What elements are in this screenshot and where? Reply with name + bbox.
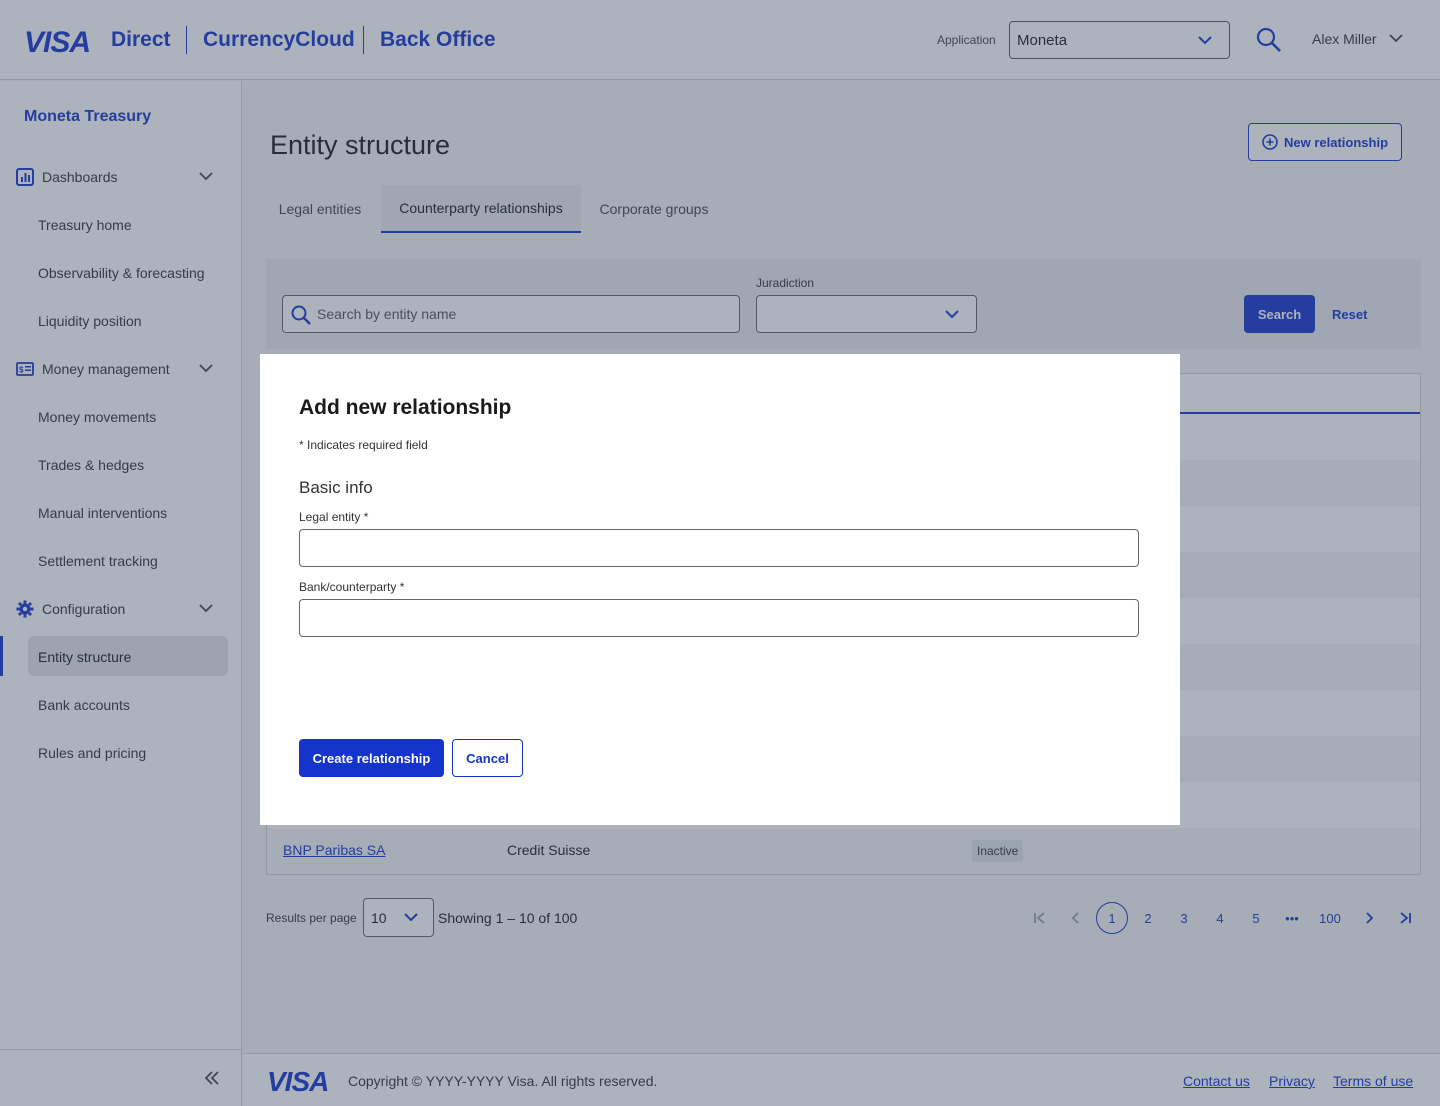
bank-counterparty-input[interactable] <box>299 599 1139 637</box>
basic-info-heading: Basic info <box>299 478 373 497</box>
create-relationship-button[interactable]: Create relationship <box>299 739 444 777</box>
legal-entity-label: Legal entity * <box>299 510 369 524</box>
legal-entity-input[interactable] <box>299 529 1139 567</box>
cancel-button[interactable]: Cancel <box>452 739 523 777</box>
required-field-note: * Indicates required field <box>299 438 428 452</box>
dialog-title: Add new relationship <box>299 396 512 419</box>
add-relationship-dialog: Add new relationship * Indicates require… <box>260 354 1180 825</box>
bank-counterparty-label: Bank/counterparty * <box>299 580 405 594</box>
